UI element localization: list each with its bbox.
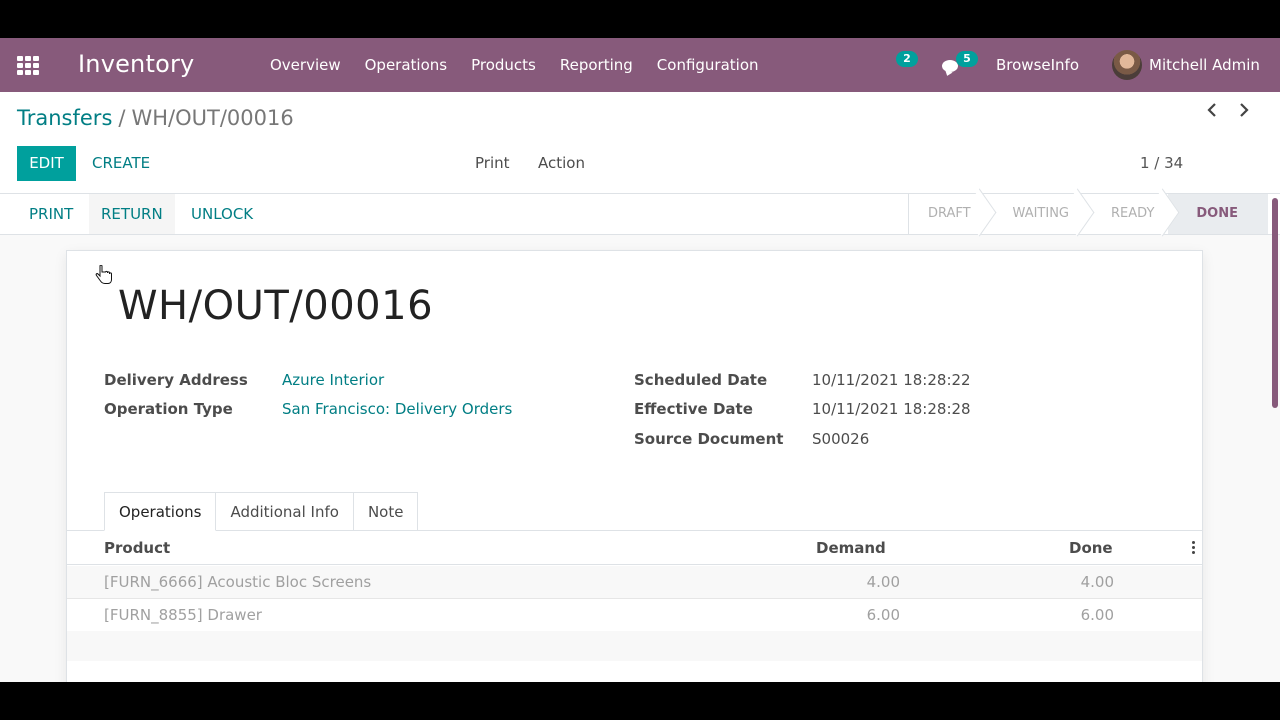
column-demand[interactable]: Demand bbox=[816, 539, 886, 557]
pager-value[interactable]: 1 / 34 bbox=[1140, 146, 1183, 181]
stage-draft[interactable]: DRAFT bbox=[909, 194, 985, 234]
vertical-scrollbar[interactable] bbox=[1272, 198, 1278, 408]
table-row[interactable]: [FURN_6666] Acoustic Bloc Screens 4.00 4… bbox=[67, 566, 1202, 599]
apps-menu-icon[interactable] bbox=[17, 56, 39, 75]
stage-waiting-label: WAITING bbox=[1012, 206, 1069, 221]
delivery-address-label: Delivery Address bbox=[104, 371, 248, 389]
user-menu[interactable]: Mitchell Admin bbox=[1112, 49, 1260, 81]
edit-button[interactable]: EDIT bbox=[17, 146, 76, 181]
row-done: 4.00 bbox=[1080, 573, 1114, 591]
print-dropdown[interactable]: Print bbox=[475, 146, 510, 181]
control-panel: Transfers / WH/OUT/00016 EDIT CREATE Print… bbox=[0, 92, 1280, 194]
stage-ready-label: READY bbox=[1111, 206, 1155, 221]
operation-type-link[interactable]: San Francisco: Delivery Orders bbox=[282, 400, 512, 418]
column-product[interactable]: Product bbox=[104, 539, 170, 557]
app-title[interactable]: Inventory bbox=[78, 50, 194, 78]
odoo-screen: Inventory Overview Operations Products R… bbox=[0, 38, 1280, 682]
row-product: [FURN_8855] Drawer bbox=[104, 606, 262, 624]
messages-count-badge: 5 bbox=[956, 51, 978, 67]
chevron-left-icon[interactable] bbox=[1206, 103, 1218, 117]
breadcrumb: Transfers / WH/OUT/00016 bbox=[17, 106, 294, 130]
print-button[interactable]: PRINT bbox=[17, 194, 85, 234]
stage-waiting[interactable]: WAITING bbox=[985, 194, 1083, 234]
empty-table-row bbox=[67, 631, 1202, 661]
source-document-label: Source Document bbox=[634, 430, 784, 448]
menu-configuration[interactable]: Configuration bbox=[645, 38, 771, 92]
table-row[interactable]: [FURN_8855] Drawer 6.00 6.00 bbox=[67, 599, 1202, 632]
breadcrumb-separator: / bbox=[118, 106, 126, 130]
menu-products[interactable]: Products bbox=[459, 38, 548, 92]
form-sheet: WH/OUT/00016 Delivery Address Azure Inte… bbox=[66, 250, 1203, 682]
menu-reporting[interactable]: Reporting bbox=[548, 38, 645, 92]
operation-type-label: Operation Type bbox=[104, 400, 233, 418]
stage-done-label: DONE bbox=[1196, 206, 1238, 221]
tab-note[interactable]: Note bbox=[353, 492, 419, 531]
tab-additional-info[interactable]: Additional Info bbox=[216, 492, 354, 531]
company-switcher[interactable]: BrowseInfo bbox=[996, 38, 1079, 92]
breadcrumb-transfers[interactable]: Transfers bbox=[17, 106, 112, 130]
effective-date-value: 10/11/2021 18:28:28 bbox=[812, 400, 971, 418]
column-done[interactable]: Done bbox=[1069, 539, 1113, 557]
chevron-right-icon[interactable] bbox=[1238, 103, 1250, 117]
scheduled-date-value: 10/11/2021 18:28:22 bbox=[812, 371, 971, 389]
activity-button[interactable]: 2 bbox=[896, 51, 926, 78]
unlock-button[interactable]: UNLOCK bbox=[179, 194, 265, 234]
top-navbar: Inventory Overview Operations Products R… bbox=[0, 38, 1280, 92]
user-name: Mitchell Admin bbox=[1149, 56, 1260, 74]
return-button[interactable]: RETURN bbox=[89, 194, 175, 234]
row-product: [FURN_6666] Acoustic Bloc Screens bbox=[104, 573, 372, 591]
hand-cursor-icon bbox=[95, 265, 112, 284]
table-header: Product Demand Done bbox=[67, 531, 1202, 565]
row-done: 6.00 bbox=[1080, 606, 1114, 624]
activity-count-badge: 2 bbox=[896, 51, 918, 67]
stage-pipeline: DRAFT WAITING READY DONE bbox=[907, 194, 1268, 234]
main-menu: Overview Operations Products Reporting C… bbox=[258, 38, 771, 92]
avatar bbox=[1112, 50, 1142, 80]
create-button[interactable]: CREATE bbox=[92, 146, 150, 181]
stage-ready[interactable]: READY bbox=[1083, 194, 1168, 234]
source-document-value: S00026 bbox=[812, 430, 870, 448]
notebook-tabs: Operations Additional Info Note bbox=[104, 492, 419, 531]
menu-operations[interactable]: Operations bbox=[353, 38, 459, 92]
row-demand: 6.00 bbox=[866, 606, 900, 624]
tab-operations[interactable]: Operations bbox=[104, 492, 217, 531]
scheduled-date-label: Scheduled Date bbox=[634, 371, 768, 389]
status-bar: PRINT RETURN UNLOCK DRAFT WAITING READY … bbox=[0, 194, 1280, 235]
menu-overview[interactable]: Overview bbox=[258, 38, 353, 92]
breadcrumb-current: WH/OUT/00016 bbox=[131, 106, 294, 130]
effective-date-label: Effective Date bbox=[634, 400, 753, 418]
stage-draft-label: DRAFT bbox=[927, 206, 971, 221]
delivery-address-link[interactable]: Azure Interior bbox=[282, 371, 384, 389]
stage-done[interactable]: DONE bbox=[1168, 194, 1268, 234]
messages-button[interactable]: 5 bbox=[942, 51, 978, 78]
action-dropdown[interactable]: Action bbox=[538, 146, 585, 181]
row-demand: 4.00 bbox=[866, 573, 900, 591]
record-title: WH/OUT/00016 bbox=[118, 283, 434, 329]
optional-columns-icon[interactable] bbox=[1192, 541, 1196, 555]
